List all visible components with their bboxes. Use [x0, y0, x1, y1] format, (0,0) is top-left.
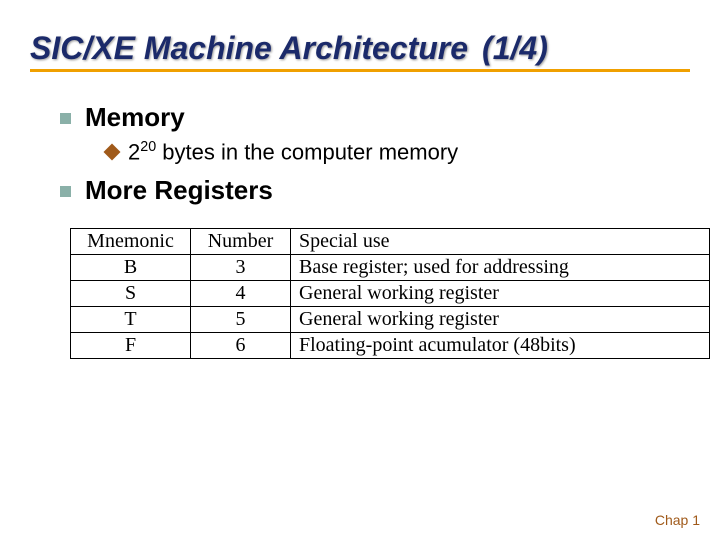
cell-number: 6	[191, 333, 291, 359]
cell-special: General working register	[291, 281, 710, 307]
th-number: Number	[191, 229, 291, 255]
cell-special: Floating-point acumulator (48bits)	[291, 333, 710, 359]
cell-special: Base register; used for addressing	[291, 255, 710, 281]
slide-footer: Chap 1	[655, 512, 700, 528]
bullet-memory-sub-text: 220 bytes in the computer memory	[128, 139, 458, 165]
slide-title: SIC/XE Machine Architecture (1/4)	[30, 30, 690, 72]
bullet-memory-label: Memory	[85, 102, 185, 133]
table-row: B 3 Base register; used for addressing	[71, 255, 710, 281]
cell-mnemonic: S	[71, 281, 191, 307]
title-text: SIC/XE Machine Architecture	[30, 30, 468, 67]
square-bullet-icon	[60, 113, 71, 124]
th-mnemonic: Mnemonic	[71, 229, 191, 255]
cell-number: 3	[191, 255, 291, 281]
table-row: F 6 Floating-point acumulator (48bits)	[71, 333, 710, 359]
cell-mnemonic: B	[71, 255, 191, 281]
table-row: S 4 General working register	[71, 281, 710, 307]
bullet-registers: More Registers	[60, 175, 690, 206]
cell-number: 5	[191, 307, 291, 333]
table-row: T 5 General working register	[71, 307, 710, 333]
bullet-registers-label: More Registers	[85, 175, 273, 206]
table-header-row: Mnemonic Number Special use	[71, 229, 710, 255]
cell-mnemonic: F	[71, 333, 191, 359]
slide-body: Memory 220 bytes in the computer memory …	[30, 102, 690, 359]
memory-exponent: 20	[140, 139, 156, 155]
registers-table-wrap: Mnemonic Number Special use B 3 Base reg…	[70, 228, 690, 359]
square-bullet-icon	[60, 186, 71, 197]
th-special: Special use	[291, 229, 710, 255]
title-page-indicator: (1/4)	[482, 30, 548, 67]
memory-rest: bytes in the computer memory	[156, 139, 458, 164]
cell-number: 4	[191, 281, 291, 307]
bullet-memory-sub: 220 bytes in the computer memory	[106, 139, 690, 165]
diamond-bullet-icon	[104, 144, 121, 161]
bullet-memory: Memory	[60, 102, 690, 133]
registers-table: Mnemonic Number Special use B 3 Base reg…	[70, 228, 710, 359]
cell-mnemonic: T	[71, 307, 191, 333]
memory-base: 2	[128, 139, 140, 164]
cell-special: General working register	[291, 307, 710, 333]
slide: SIC/XE Machine Architecture (1/4) Memory…	[0, 0, 720, 540]
